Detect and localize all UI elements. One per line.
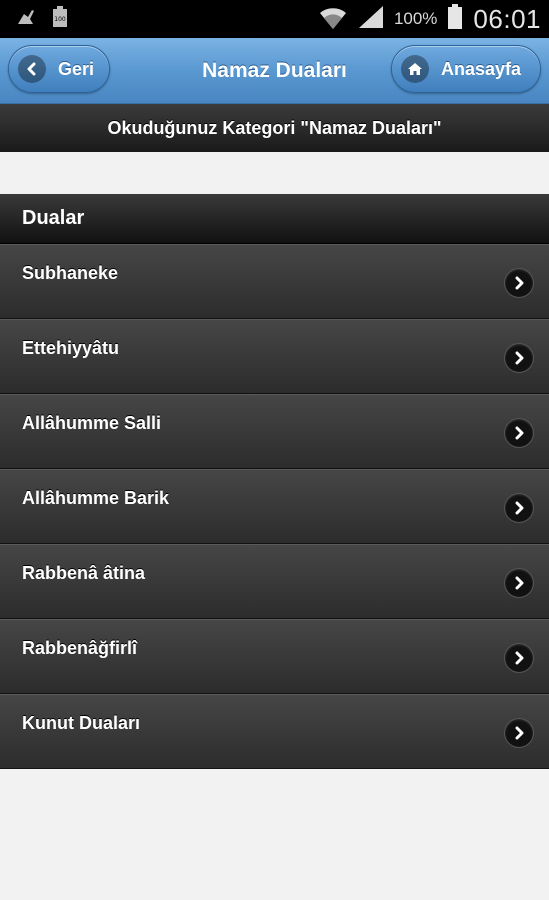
status-bar: 100 100% 06:01 xyxy=(0,0,549,38)
wifi-icon xyxy=(318,3,348,36)
list-item-ettehiyyatu[interactable]: Ettehiyyâtu xyxy=(0,319,549,394)
list-item-kunut-dualari[interactable]: Kunut Duaları xyxy=(0,694,549,769)
chevron-right-icon xyxy=(505,344,533,372)
svg-text:100: 100 xyxy=(54,16,66,23)
chevron-right-icon xyxy=(505,644,533,672)
home-icon xyxy=(401,55,429,83)
list-item-label: Rabbenâ âtina xyxy=(22,563,146,583)
battery-percent: 100% xyxy=(393,9,438,28)
list-item-label: Allâhumme Salli xyxy=(22,413,162,433)
chevron-right-icon xyxy=(505,719,533,747)
back-button-label: Geri xyxy=(58,58,95,79)
clock: 06:01 xyxy=(473,3,541,34)
list-header: Dualar xyxy=(0,194,549,244)
list-item-label: Kunut Duaları xyxy=(22,713,141,733)
prayer-list: Dualar Subhaneke Ettehiyyâtu Allâhumme S… xyxy=(0,194,549,769)
list-item-allahumme-salli[interactable]: Allâhumme Salli xyxy=(0,394,549,469)
home-button-label: Anasayfa xyxy=(441,58,522,79)
back-button[interactable]: Geri xyxy=(8,45,110,93)
list-item-label: Rabbenâğfirlî xyxy=(22,638,138,658)
list-item-allahumme-barik[interactable]: Allâhumme Barik xyxy=(0,469,549,544)
chevron-right-icon xyxy=(505,494,533,522)
battery-icon xyxy=(447,3,463,35)
chevron-right-icon xyxy=(505,419,533,447)
category-bar: Okuduğunuz Kategori "Namaz Duaları" xyxy=(0,104,549,152)
cleaner-icon xyxy=(16,8,36,31)
list-item-rabbena-atina[interactable]: Rabbenâ âtina xyxy=(0,544,549,619)
chevron-left-icon xyxy=(18,55,46,83)
battery-notification-icon: 100 xyxy=(52,5,68,33)
list-item-label: Subhaneke xyxy=(22,263,119,283)
chevron-right-icon xyxy=(505,569,533,597)
home-button[interactable]: Anasayfa xyxy=(391,45,541,93)
signal-icon xyxy=(358,5,384,34)
list-item-rabbenagfirli[interactable]: Rabbenâğfirlî xyxy=(0,619,549,694)
header-bar: Namaz Duaları Geri Anasayfa xyxy=(0,38,549,104)
list-item-label: Ettehiyyâtu xyxy=(22,338,120,358)
chevron-right-icon xyxy=(505,269,533,297)
list-item-label: Allâhumme Barik xyxy=(22,488,170,508)
list-item-subhaneke[interactable]: Subhaneke xyxy=(0,244,549,319)
